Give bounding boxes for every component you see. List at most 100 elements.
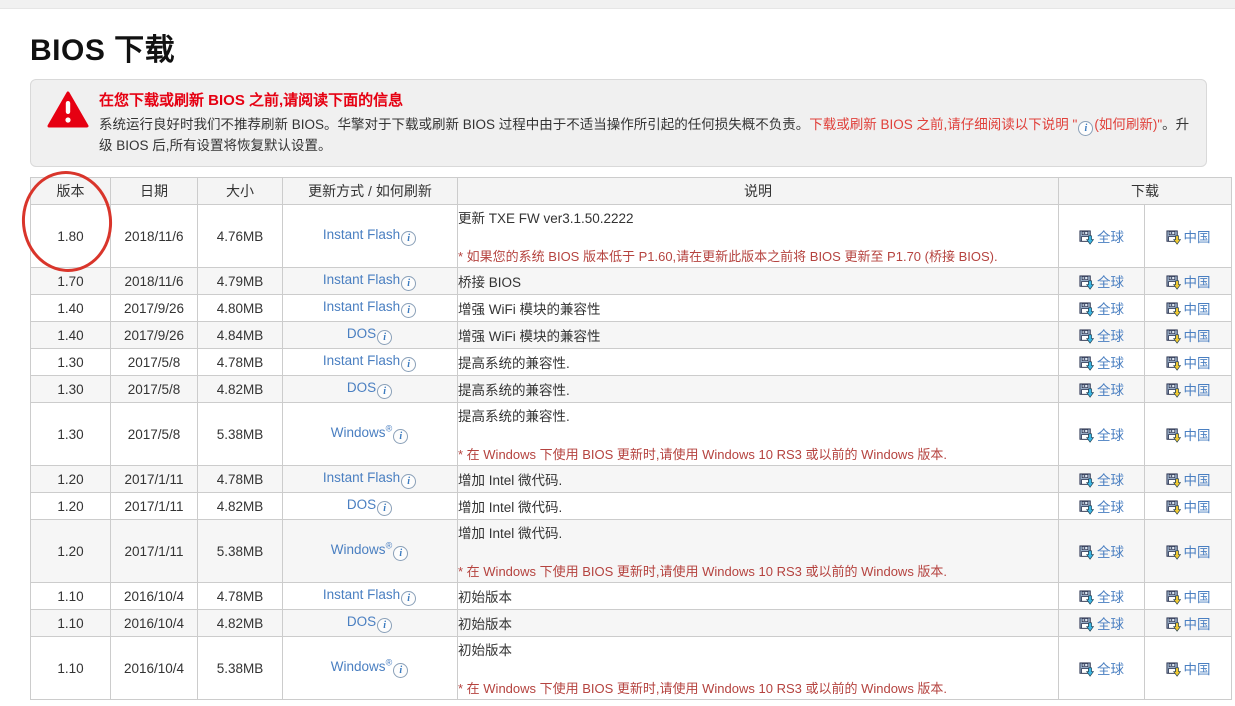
download-china-link[interactable]: 中国 xyxy=(1166,617,1211,632)
info-icon[interactable]: i xyxy=(401,231,416,246)
header-date: 日期 xyxy=(111,178,198,205)
download-china-link[interactable]: 中国 xyxy=(1166,545,1211,560)
method-link[interactable]: DOS xyxy=(347,497,376,512)
download-global-link[interactable]: 全球 xyxy=(1079,473,1124,488)
download-china-label: 中国 xyxy=(1184,302,1211,317)
cell-method: DOSi xyxy=(283,493,458,520)
cell-date: 2017/1/11 xyxy=(111,520,198,583)
floppy-download-icon xyxy=(1079,662,1094,677)
cell-version: 1.70 xyxy=(31,268,111,295)
info-icon[interactable]: i xyxy=(393,663,408,678)
download-china-link[interactable]: 中国 xyxy=(1166,329,1211,344)
download-china-link[interactable]: 中国 xyxy=(1166,500,1211,515)
cell-size: 4.78MB xyxy=(198,349,283,376)
cell-version: 1.10 xyxy=(31,583,111,610)
download-global-link[interactable]: 全球 xyxy=(1079,662,1124,677)
info-icon[interactable]: i xyxy=(401,357,416,372)
download-china-label: 中国 xyxy=(1184,275,1211,290)
cell-method: Instant Flashi xyxy=(283,583,458,610)
method-link[interactable]: DOS xyxy=(347,380,376,395)
floppy-download-icon xyxy=(1079,383,1094,398)
download-global-link[interactable]: 全球 xyxy=(1079,356,1124,371)
download-global-label: 全球 xyxy=(1097,302,1124,317)
bios-row-1.20-windows: 1.202017/1/115.38MBWindows®i增加 Intel 微代码… xyxy=(31,520,1232,583)
method-link[interactable]: Windows® xyxy=(331,659,392,674)
floppy-download-icon xyxy=(1079,230,1094,245)
info-icon[interactable]: i xyxy=(377,384,392,399)
method-link[interactable]: Instant Flash xyxy=(323,470,400,485)
cell-version: 1.20 xyxy=(31,520,111,583)
info-icon[interactable]: i xyxy=(393,429,408,444)
download-global-label: 全球 xyxy=(1097,383,1124,398)
info-icon[interactable]: i xyxy=(377,618,392,633)
download-global-link[interactable]: 全球 xyxy=(1079,545,1124,560)
cell-description: 桥接 BIOS xyxy=(458,268,1059,295)
info-icon[interactable]: i xyxy=(377,330,392,345)
download-global-link[interactable]: 全球 xyxy=(1079,230,1124,245)
bios-row-1.70-instant-flash: 1.702018/11/64.79MBInstant Flashi桥接 BIOS… xyxy=(31,268,1232,295)
cell-size: 4.78MB xyxy=(198,466,283,493)
cell-version: 1.40 xyxy=(31,322,111,349)
cell-method: Instant Flashi xyxy=(283,349,458,376)
download-china-link[interactable]: 中国 xyxy=(1166,383,1211,398)
method-link[interactable]: DOS xyxy=(347,614,376,629)
info-icon[interactable]: i xyxy=(393,546,408,561)
method-link[interactable]: Instant Flash xyxy=(323,299,400,314)
cell-download-china: 中国 xyxy=(1145,268,1232,295)
method-link[interactable]: Instant Flash xyxy=(323,353,400,368)
download-global-link[interactable]: 全球 xyxy=(1079,383,1124,398)
download-china-link[interactable]: 中国 xyxy=(1166,662,1211,677)
info-icon[interactable]: i xyxy=(401,474,416,489)
bios-row-1.10-instant-flash: 1.102016/10/44.78MBInstant Flashi初始版本全球中… xyxy=(31,583,1232,610)
cell-version: 1.40 xyxy=(31,295,111,322)
description-note: * 在 Windows 下使用 BIOS 更新时,请使用 Windows 10 … xyxy=(458,444,1058,463)
download-china-label: 中国 xyxy=(1184,356,1211,371)
download-global-link[interactable]: 全球 xyxy=(1079,428,1124,443)
info-icon[interactable]: i xyxy=(401,591,416,606)
method-link[interactable]: Instant Flash xyxy=(323,587,400,602)
bios-row-1.40-instant-flash: 1.402017/9/264.80MBInstant Flashi增强 WiFi… xyxy=(31,295,1232,322)
download-china-link[interactable]: 中国 xyxy=(1166,275,1211,290)
cell-download-global: 全球 xyxy=(1059,295,1145,322)
method-link[interactable]: Instant Flash xyxy=(323,227,400,242)
how-to-flash-link[interactable]: (如何刷新)" xyxy=(1094,117,1162,132)
download-china-link[interactable]: 中国 xyxy=(1166,428,1211,443)
download-global-link[interactable]: 全球 xyxy=(1079,329,1124,344)
download-global-link[interactable]: 全球 xyxy=(1079,590,1124,605)
info-icon[interactable]: i xyxy=(401,303,416,318)
floppy-download-icon xyxy=(1166,356,1181,371)
bios-download-table: 版本 日期 大小 更新方式 / 如何刷新 说明 下载 1.802018/11/6… xyxy=(30,177,1232,700)
download-global-link[interactable]: 全球 xyxy=(1079,500,1124,515)
method-link[interactable]: DOS xyxy=(347,326,376,341)
download-china-link[interactable]: 中国 xyxy=(1166,473,1211,488)
download-china-link[interactable]: 中国 xyxy=(1166,356,1211,371)
download-global-label: 全球 xyxy=(1097,275,1124,290)
download-china-link[interactable]: 中国 xyxy=(1166,230,1211,245)
cell-date: 2016/10/4 xyxy=(111,637,198,700)
method-link[interactable]: Windows® xyxy=(331,542,392,557)
download-china-link[interactable]: 中国 xyxy=(1166,590,1211,605)
cell-download-china: 中国 xyxy=(1145,349,1232,376)
floppy-download-icon xyxy=(1079,275,1094,290)
description-text: 增强 WiFi 模块的兼容性 xyxy=(458,329,601,344)
description-text: 提高系统的兼容性. xyxy=(458,383,570,398)
floppy-download-icon xyxy=(1166,617,1181,632)
cell-version: 1.80 xyxy=(31,205,111,268)
cell-download-global: 全球 xyxy=(1059,610,1145,637)
method-link[interactable]: Windows® xyxy=(331,425,392,440)
download-global-link[interactable]: 全球 xyxy=(1079,275,1124,290)
method-link[interactable]: Instant Flash xyxy=(323,272,400,287)
info-icon[interactable]: i xyxy=(1078,121,1093,136)
download-global-link[interactable]: 全球 xyxy=(1079,302,1124,317)
download-global-link[interactable]: 全球 xyxy=(1079,617,1124,632)
description-text: 初始版本 xyxy=(458,617,512,632)
cell-download-china: 中国 xyxy=(1145,520,1232,583)
floppy-download-icon xyxy=(1079,617,1094,632)
warning-text-black-1: 系统运行良好时我们不推荐刷新 BIOS。华擎对于下载或刷新 BIOS 过程中由于… xyxy=(99,117,809,132)
info-icon[interactable]: i xyxy=(377,501,392,516)
info-icon[interactable]: i xyxy=(401,276,416,291)
download-china-link[interactable]: 中国 xyxy=(1166,302,1211,317)
header-method: 更新方式 / 如何刷新 xyxy=(283,178,458,205)
cell-version: 1.20 xyxy=(31,493,111,520)
cell-download-china: 中国 xyxy=(1145,637,1232,700)
